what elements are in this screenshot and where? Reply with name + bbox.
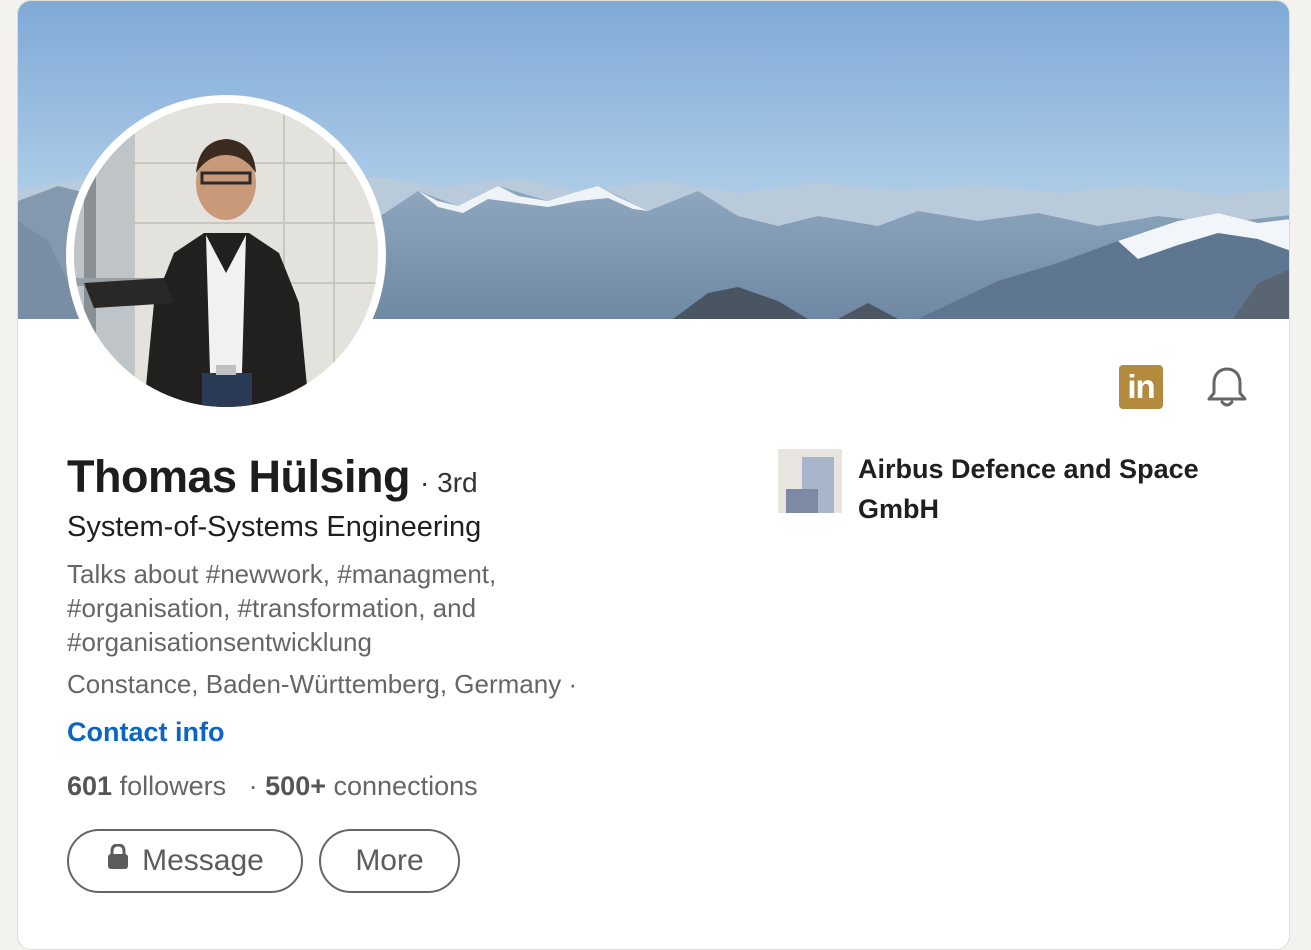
connections-label: connections <box>333 771 478 801</box>
bell-icon[interactable] <box>1205 365 1249 409</box>
more-button-label: More <box>355 844 424 877</box>
profile-photo[interactable] <box>66 95 386 415</box>
profile-top-actions: in <box>1119 365 1249 409</box>
profile-headline: System-of-Systems Engineering <box>67 511 482 543</box>
more-button[interactable]: More <box>319 829 460 893</box>
company-name: Airbus Defence and Space GmbH <box>858 454 1199 524</box>
followers-count: 601 <box>67 771 113 801</box>
stats-separator: · <box>248 771 258 801</box>
profile-photo-image <box>74 103 378 407</box>
message-button[interactable]: Message <box>67 829 303 893</box>
profile-card: in Thomas Hülsing · 3rd System-of-System… <box>17 0 1290 950</box>
profile-talks-about: Talks about #newwork, #managment, #organ… <box>67 559 497 657</box>
profile-name-row: Thomas Hülsing · 3rd <box>67 451 478 503</box>
connections-count: 500+ <box>265 771 326 801</box>
linkedin-in-icon: in <box>1119 365 1163 409</box>
followers-label: followers <box>119 771 227 801</box>
profile-name: Thomas Hülsing <box>67 451 411 502</box>
profile-location: Constance, Baden-Württemberg, Germany · <box>67 669 578 699</box>
contact-info-link[interactable]: Contact info <box>67 717 224 748</box>
lock-icon <box>106 843 130 878</box>
current-company[interactable]: Airbus Defence and Space GmbH <box>778 449 1238 529</box>
connection-degree: · 3rd <box>420 467 478 498</box>
profile-stats: 601 followers · 500+ connections <box>67 771 478 802</box>
company-logo <box>778 449 842 513</box>
message-button-label: Message <box>142 844 264 877</box>
